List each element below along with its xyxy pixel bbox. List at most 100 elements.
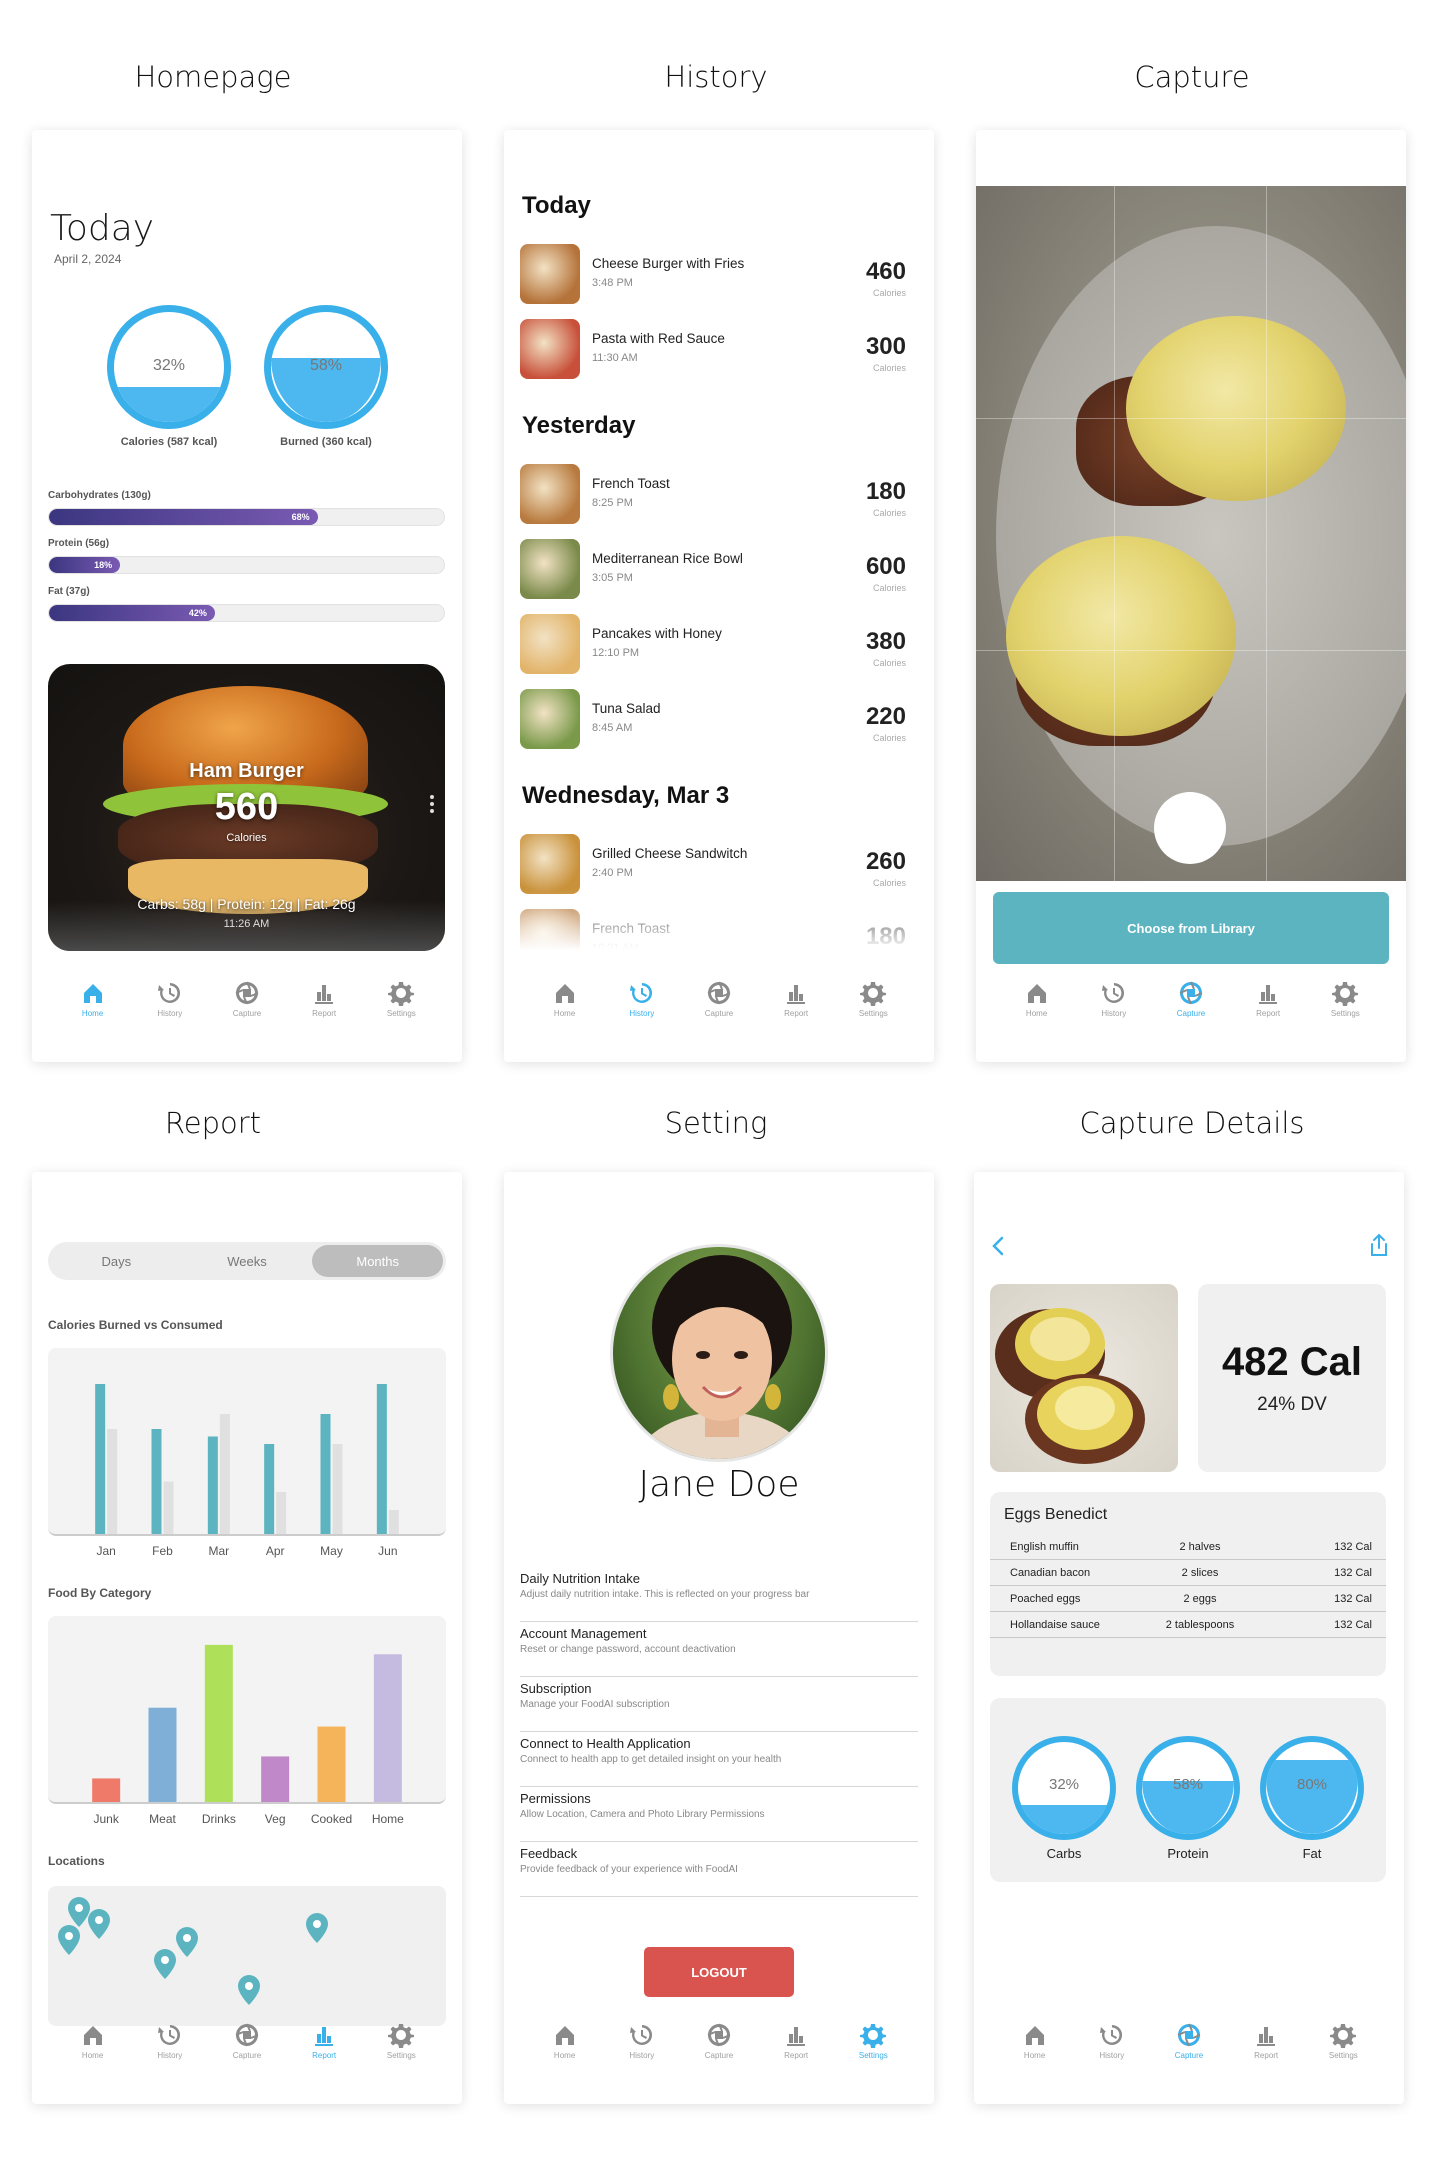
locations-map[interactable] xyxy=(48,1886,446,2026)
map-pin-icon[interactable] xyxy=(56,1924,82,1956)
settings-item-connect-to-health-application[interactable]: Connect to Health Application Connect to … xyxy=(520,1732,918,1787)
nav-home[interactable]: Home xyxy=(63,980,123,1018)
ingredient-calories: 132 Cal xyxy=(1334,1567,1372,1579)
nav-settings[interactable]: Settings xyxy=(1313,2022,1373,2060)
nav-report[interactable]: Report xyxy=(766,980,826,1018)
macro-rings: 32% Carbs 58% Protein 80% Fat xyxy=(990,1698,1386,1882)
nav-settings[interactable]: Settings xyxy=(1315,980,1375,1018)
map-pin-icon[interactable] xyxy=(304,1912,330,1944)
calories-label: Calories xyxy=(872,733,906,743)
logout-button[interactable]: LOGOUT xyxy=(644,1947,794,1997)
nav-capture[interactable]: Capture xyxy=(217,980,277,1018)
ingredient-name: Poached eggs xyxy=(1010,1593,1081,1605)
history-icon xyxy=(1099,2024,1122,2045)
nav-history[interactable]: History xyxy=(612,2022,672,2060)
nav-capture[interactable]: Capture xyxy=(689,2022,749,2060)
meal-name: Mediterranean Rice Bowl xyxy=(592,551,743,566)
tick-label: Home xyxy=(371,1812,404,1826)
map-pin-icon[interactable] xyxy=(152,1948,178,1980)
nav-settings[interactable]: Settings xyxy=(843,2022,903,2060)
nav-label: History xyxy=(1099,2051,1125,2060)
settings-item-daily-nutrition-intake[interactable]: Daily Nutrition Intake Adjust daily nutri… xyxy=(520,1567,918,1622)
history-item[interactable]: Pasta with Red Sauce 11:30 AM 300 Calories xyxy=(520,319,920,381)
share-icon[interactable] xyxy=(1368,1232,1390,1258)
nav-settings[interactable]: Settings xyxy=(371,2022,431,2060)
history-item[interactable]: Tuna Salad 8:45 AM 220 Calories xyxy=(520,689,920,751)
settings-item-title: Permissions xyxy=(520,1791,591,1806)
history-icon xyxy=(157,982,180,1003)
nav-history[interactable]: History xyxy=(612,980,672,1018)
nav-home[interactable]: Home xyxy=(1005,2022,1065,2060)
carbs-ring[interactable]: 32% xyxy=(1012,1736,1116,1840)
capture-icon xyxy=(235,2023,259,2047)
history-item[interactable]: Grilled Cheese Sandwitch 2:40 PM 260 Calori… xyxy=(520,834,920,896)
camera-viewfinder[interactable] xyxy=(976,186,1406,881)
bar-junk xyxy=(92,1778,121,1802)
settings-item-permissions[interactable]: Permissions Allow Location, Camera and Ph… xyxy=(520,1787,918,1842)
map-pin-icon[interactable] xyxy=(86,1908,112,1940)
nav-capture[interactable]: Capture xyxy=(689,980,749,1018)
protein-ring[interactable]: 58% xyxy=(1136,1736,1240,1840)
tab-weeks[interactable]: Weeks xyxy=(182,1245,313,1277)
homepage-screen: Today April 2, 2024 32% Calories (587 kc… xyxy=(32,130,462,1062)
nav-home[interactable]: Home xyxy=(535,980,595,1018)
capture-icon xyxy=(1177,2023,1201,2047)
nav-report[interactable]: Report xyxy=(766,2022,826,2060)
tab-months[interactable]: Months xyxy=(312,1245,444,1277)
nav-capture[interactable]: Capture xyxy=(1159,2022,1219,2060)
nav-report[interactable]: Report xyxy=(294,2022,354,2060)
more-options-icon[interactable] xyxy=(429,792,435,816)
history-item[interactable]: Pancakes with Honey 12:10 PM 380 Calories xyxy=(520,614,920,676)
nav-history[interactable]: History xyxy=(1084,980,1144,1018)
nav-report[interactable]: Report xyxy=(294,980,354,1018)
nav-home[interactable]: Home xyxy=(63,2022,123,2060)
nav-home[interactable]: Home xyxy=(535,2022,595,2060)
settings-item-subtitle: Manage your FoodAI subscription xyxy=(520,1699,670,1710)
settings-item-account-management[interactable]: Account Management Reset or change passwo… xyxy=(520,1622,918,1677)
history-item[interactable]: French Toast 8:25 PM 180 Calories xyxy=(520,464,920,526)
ingredient-row: Canadian bacon 2 slices 132 Cal xyxy=(990,1560,1386,1586)
ingredient-name: English muffin xyxy=(1010,1541,1079,1553)
burned-ring[interactable]: 58% xyxy=(264,305,388,429)
back-arrow-icon[interactable] xyxy=(988,1234,1008,1258)
home-icon xyxy=(83,984,102,1003)
title-setting: Setting xyxy=(664,1106,768,1140)
tick-label: Feb xyxy=(152,1544,173,1558)
bar-feb-series0 xyxy=(151,1429,162,1534)
settings-item-subscription[interactable]: Subscription Manage your FoodAI subscript… xyxy=(520,1677,918,1732)
nav-capture[interactable]: Capture xyxy=(1161,980,1221,1018)
meal-time: 12:10 PM xyxy=(592,647,640,659)
nav-settings[interactable]: Settings xyxy=(371,980,431,1018)
settings-item-title: Subscription xyxy=(520,1681,592,1696)
capture-details-screen: 482 Cal 24% DV Eggs Benedict English muf… xyxy=(974,1172,1404,2104)
history-item[interactable]: Cheese Burger with Fries 3:48 PM 460 Calori… xyxy=(520,244,920,306)
fat-progress: 42% xyxy=(48,604,445,622)
bar-mar-series0 xyxy=(207,1436,218,1534)
history-item[interactable]: Mediterranean Rice Bowl 3:05 PM 600 Calorie… xyxy=(520,539,920,601)
calories-ring[interactable]: 32% xyxy=(107,305,231,429)
home-icon xyxy=(555,984,574,1003)
carbs-progress: 68% xyxy=(48,508,445,526)
nav-history[interactable]: History xyxy=(1082,2022,1142,2060)
map-pin-icon[interactable] xyxy=(236,1974,262,2006)
choose-library-button[interactable]: Choose from Library xyxy=(993,892,1389,964)
nav-history[interactable]: History xyxy=(140,2022,200,2060)
nav-history[interactable]: History xyxy=(140,980,200,1018)
meal-card[interactable]: Ham Burger 560 Calories Carbs: 58g | Pro… xyxy=(48,664,445,951)
fat-ring[interactable]: 80% xyxy=(1260,1736,1364,1840)
nav-capture[interactable]: Capture xyxy=(217,2022,277,2060)
tab-days[interactable]: Days xyxy=(51,1245,182,1277)
meal-name: Ham Burger xyxy=(189,760,304,782)
nav-report[interactable]: Report xyxy=(1238,980,1298,1018)
nav-settings[interactable]: Settings xyxy=(843,980,903,1018)
tick-label: Jan xyxy=(96,1544,116,1558)
settings-item-subtitle: Connect to health app to get detailed in… xyxy=(520,1754,782,1765)
nav-report[interactable]: Report xyxy=(1236,2022,1296,2060)
avatar[interactable] xyxy=(610,1244,828,1462)
bar-percent: 68% xyxy=(291,512,310,522)
shutter-button[interactable] xyxy=(1154,792,1226,864)
nav-home[interactable]: Home xyxy=(1007,980,1067,1018)
history-group-heading: Yesterday xyxy=(522,412,636,439)
calories-label: Calories xyxy=(872,508,906,518)
settings-item-feedback[interactable]: Feedback Provide feedback of your experie… xyxy=(520,1842,918,1897)
